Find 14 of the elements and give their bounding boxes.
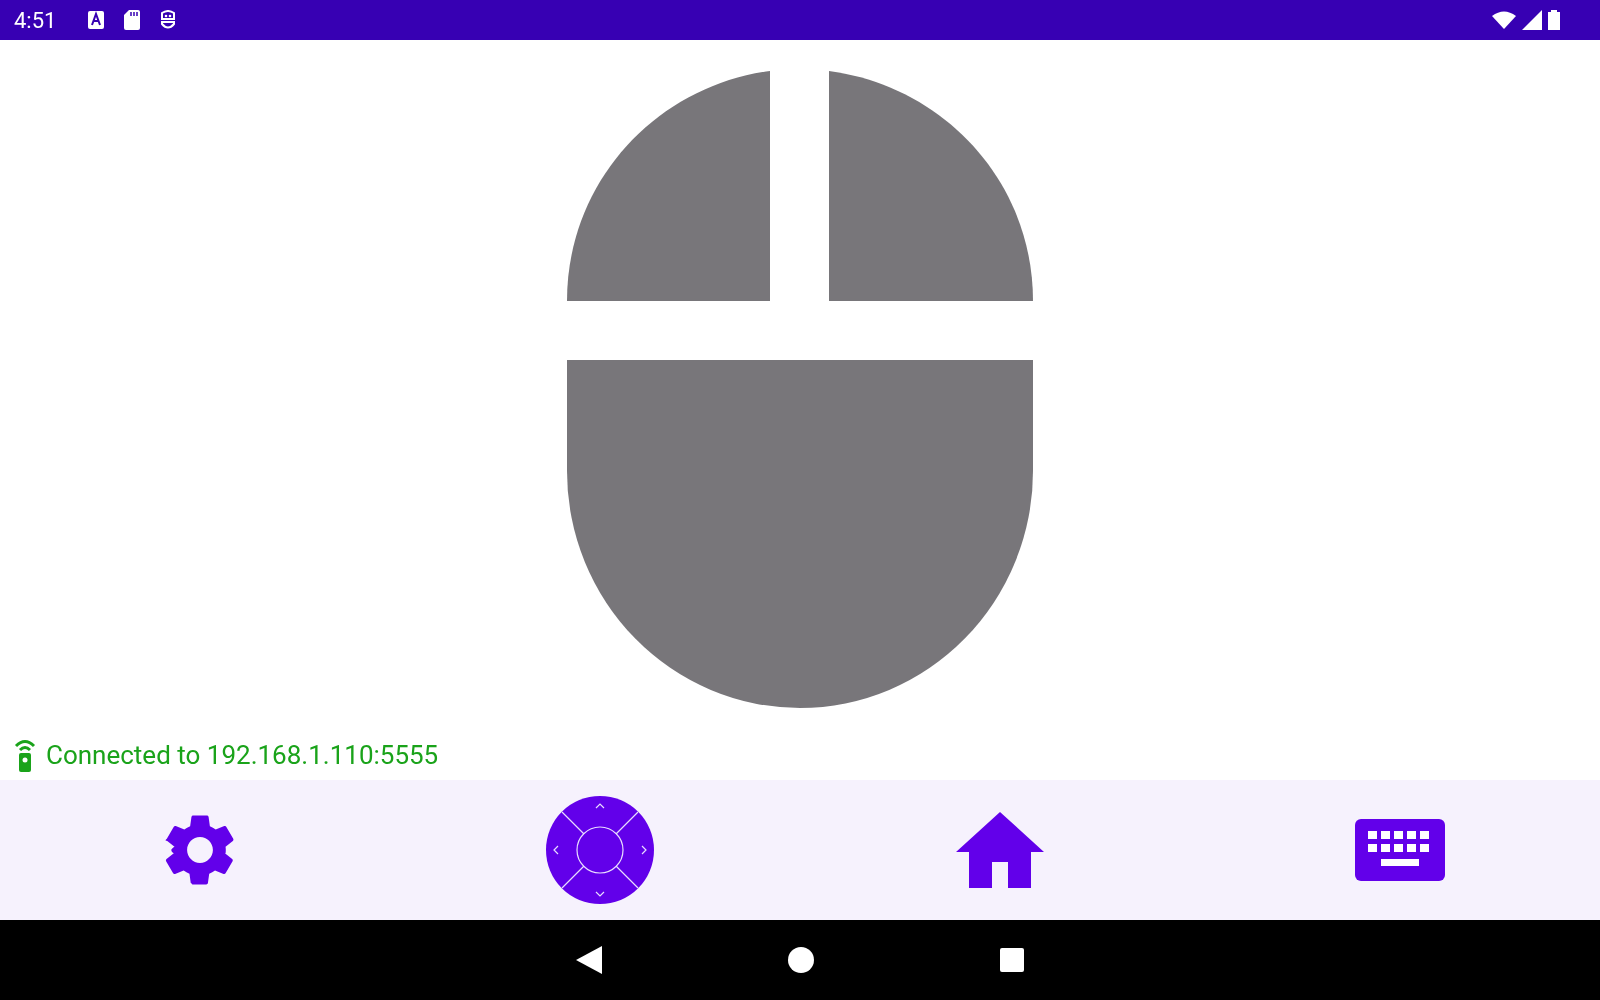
cell-signal-icon bbox=[1522, 10, 1542, 30]
sd-card-icon bbox=[124, 10, 141, 30]
battery-icon bbox=[1548, 10, 1560, 30]
robot-icon bbox=[160, 10, 177, 30]
home-circle-icon[interactable] bbox=[788, 947, 814, 973]
back-icon[interactable] bbox=[576, 946, 602, 974]
connection-status: Connected to 192.168.1.110:5555 bbox=[46, 740, 439, 770]
keyboard-icon[interactable] bbox=[1355, 819, 1445, 881]
mouse-drawing[interactable] bbox=[567, 71, 1033, 709]
wifi-icon bbox=[1492, 11, 1516, 29]
home-icon[interactable] bbox=[956, 812, 1044, 888]
dpad-icon[interactable] bbox=[546, 796, 654, 904]
clock-time: 4:51 bbox=[14, 7, 57, 33]
text-notification-icon bbox=[88, 11, 105, 29]
